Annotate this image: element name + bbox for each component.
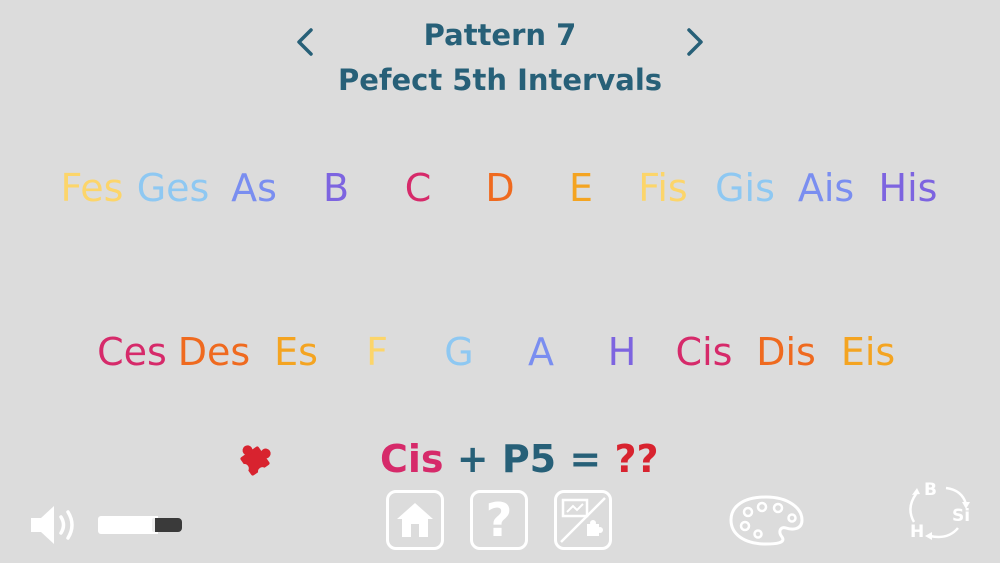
note-c[interactable]: C xyxy=(405,158,432,218)
speaker-icon xyxy=(31,506,74,544)
note-his[interactable]: His xyxy=(879,158,938,218)
help-button[interactable]: ? xyxy=(470,490,528,550)
volume-button[interactable] xyxy=(28,502,82,548)
note-ces[interactable]: Ces xyxy=(97,322,167,382)
note-eis[interactable]: Eis xyxy=(841,322,895,382)
note-row-upper: Fes Ges As B C D E Fis Gis Ais His xyxy=(0,158,1000,218)
note-g[interactable]: G xyxy=(444,322,473,382)
notation-h: H xyxy=(910,522,925,542)
note-es[interactable]: Es xyxy=(274,322,318,382)
note-ais[interactable]: Ais xyxy=(798,158,854,218)
exercise-button[interactable] xyxy=(554,490,612,550)
note-f[interactable]: F xyxy=(366,322,388,382)
note-gis[interactable]: Gis xyxy=(715,158,775,218)
note-dis[interactable]: Dis xyxy=(756,322,816,382)
notation-si: Si xyxy=(952,506,971,526)
pattern-subtitle: Pefect 5th Intervals xyxy=(337,63,663,97)
note-row-lower: Ces Des Es F G A H Cis Dis Eis xyxy=(0,322,1000,382)
note-b[interactable]: B xyxy=(323,158,349,218)
note-fes[interactable]: Fes xyxy=(61,158,124,218)
whiteboard-puzzle-icon xyxy=(560,497,606,543)
note-e[interactable]: E xyxy=(569,158,593,218)
question-note: Cis xyxy=(380,437,444,481)
puzzle-piece-icon xyxy=(239,445,271,477)
note-des[interactable]: Des xyxy=(178,322,250,382)
note-fis[interactable]: Fis xyxy=(638,158,687,218)
question-answer[interactable]: ?? xyxy=(614,437,658,481)
note-ges[interactable]: Ges xyxy=(137,158,210,218)
volume-slider-track[interactable] xyxy=(98,516,158,534)
home-button[interactable] xyxy=(386,490,444,550)
note-d[interactable]: D xyxy=(485,158,514,218)
hint-button[interactable] xyxy=(234,440,276,482)
interval-question: Cis + P5 = ?? xyxy=(380,437,659,481)
question-mark-icon: ? xyxy=(485,493,513,547)
question-operator: + P5 = xyxy=(456,437,602,481)
note-cis[interactable]: Cis xyxy=(676,322,733,382)
note-as[interactable]: As xyxy=(231,158,277,218)
volume-slider-handle[interactable] xyxy=(152,518,182,532)
note-h[interactable]: H xyxy=(608,322,637,382)
notation-b: B xyxy=(924,480,937,500)
palette-icon xyxy=(729,495,804,546)
note-a[interactable]: A xyxy=(528,322,554,382)
color-theme-button[interactable] xyxy=(728,494,804,546)
pattern-title: Pattern 7 xyxy=(423,18,577,52)
note-naming-toggle[interactable]: B Si H xyxy=(902,478,982,548)
home-icon xyxy=(397,503,433,537)
